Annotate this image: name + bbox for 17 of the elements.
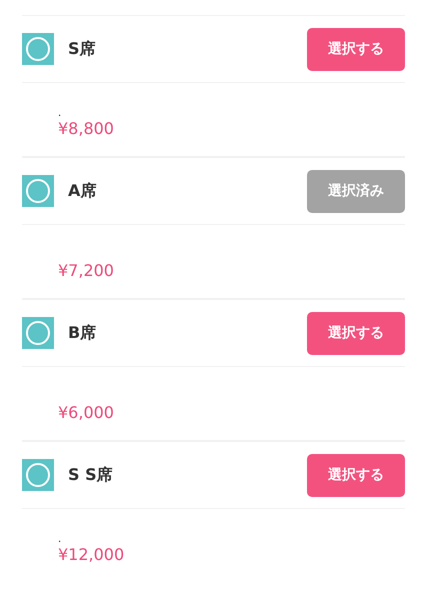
radio-icon[interactable] <box>22 317 54 349</box>
seat-name: S S席 <box>68 464 114 486</box>
seat-name: S席 <box>68 38 97 60</box>
radio-icon[interactable] <box>22 459 54 491</box>
select-button[interactable]: 選択する <box>307 454 405 496</box>
price: ¥7,200 <box>58 261 114 280</box>
select-button[interactable]: 選択する <box>307 28 405 70</box>
price: ¥8,800 <box>58 119 114 138</box>
price: ¥12,000 <box>58 545 124 564</box>
price: ¥6,000 <box>58 403 114 422</box>
radio-icon[interactable] <box>22 33 54 65</box>
dot-mark: . <box>58 535 62 545</box>
select-button[interactable]: 選択する <box>307 312 405 354</box>
dot-mark: . <box>58 109 62 119</box>
radio-icon[interactable] <box>22 175 54 207</box>
seat-name: B席 <box>68 322 98 344</box>
seat-name: A席 <box>68 180 98 202</box>
